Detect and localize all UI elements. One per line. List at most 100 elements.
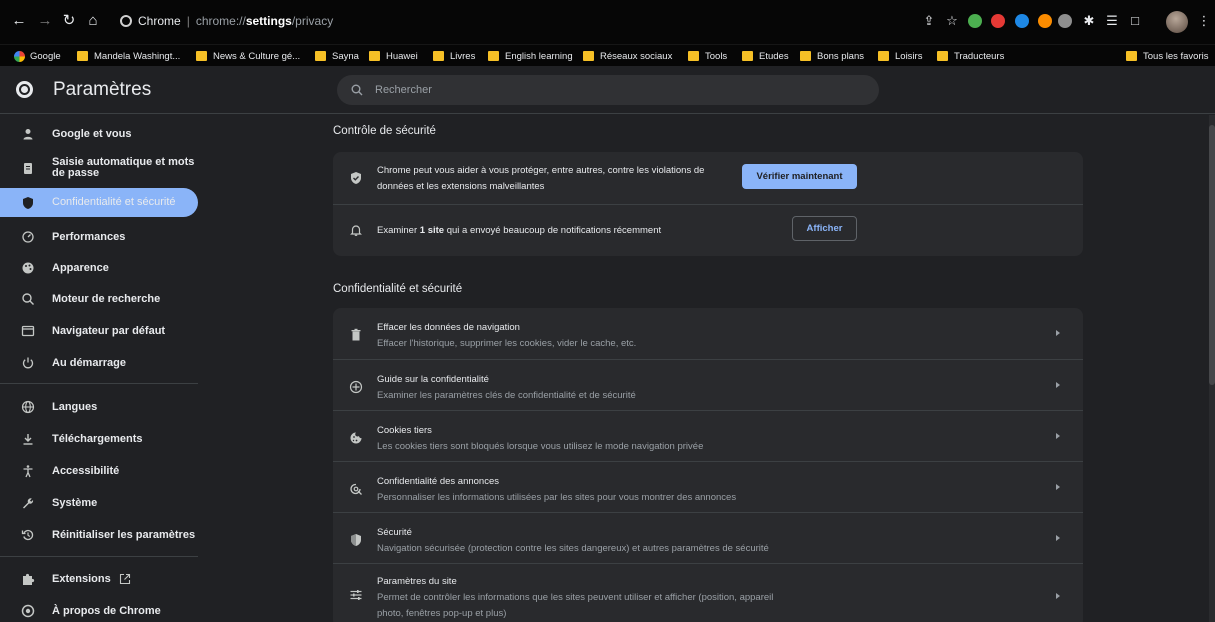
safety-check-card: Chrome peut vous aider à vous protéger, …	[333, 152, 1083, 256]
browser-toolbar: ← → ↻ ⌂ Chrome | chrome://settings/priva…	[0, 0, 1215, 44]
main-scrollbar[interactable]	[1209, 115, 1215, 622]
folder-icon	[1126, 51, 1137, 61]
sidebar-item-extensions[interactable]: Extensions	[0, 568, 198, 590]
url-path: /privacy	[291, 14, 334, 28]
reading-list-icon[interactable]: ☰	[1103, 12, 1121, 30]
sidebar-item-accessibility[interactable]: Accessibilité	[0, 460, 198, 482]
sidebar-item-performance[interactable]: Performances	[0, 226, 198, 248]
folder-icon	[488, 51, 499, 61]
bookmark-folder[interactable]: Réseaux sociaux	[583, 49, 672, 63]
restore-icon	[21, 529, 34, 541]
scrollbar-thumb[interactable]	[1209, 125, 1215, 385]
settings-header: Paramètres	[0, 67, 1215, 114]
extension-1-icon[interactable]	[968, 14, 982, 28]
settings-search[interactable]	[337, 75, 879, 105]
clipboard-icon	[24, 163, 32, 174]
reload-button[interactable]: ↻	[60, 12, 78, 30]
forward-button[interactable]: →	[36, 12, 54, 30]
ad-privacy-icon	[350, 483, 362, 495]
back-button[interactable]: ←	[10, 12, 28, 30]
bookmark-folder[interactable]: Livres	[433, 49, 475, 63]
bookmark-star-icon[interactable]: ☆	[943, 12, 961, 30]
third-party-cookies-row[interactable]: Cookies tiers Les cookies tiers sont blo…	[333, 410, 1083, 461]
bell-icon	[350, 225, 362, 236]
folder-icon	[688, 51, 699, 61]
chevron-right-icon	[1056, 330, 1060, 336]
sidebar-item-downloads[interactable]: Téléchargements	[0, 428, 198, 450]
extension-3-icon[interactable]	[1015, 14, 1029, 28]
sidebar-item-languages[interactable]: Langues	[0, 396, 198, 418]
sidebar-item-reset[interactable]: Réinitialiser les paramètres	[0, 524, 198, 546]
privacy-guide-row[interactable]: Guide sur la confidentialité Examiner le…	[333, 359, 1083, 410]
settings-sidebar: Google et vous Saisie automatique et mot…	[0, 115, 210, 622]
sidebar-item-system[interactable]: Système	[0, 492, 198, 514]
security-row[interactable]: Sécurité Navigation sécurisée (protectio…	[333, 512, 1083, 563]
chevron-right-icon	[1056, 382, 1060, 388]
bookmark-folder[interactable]: English learning	[488, 49, 573, 63]
bookmark-folder[interactable]: Tools	[688, 49, 727, 63]
notifications-review-row: Examiner 1 site qui a envoyé beaucoup de…	[333, 204, 1083, 256]
sidebar-item-default-browser[interactable]: Navigateur par défaut	[0, 320, 198, 342]
share-icon[interactable]: ⇪	[920, 12, 938, 30]
sidebar-item-appearance[interactable]: Apparence	[0, 257, 198, 279]
bookmark-google[interactable]: Google	[14, 49, 61, 63]
side-panel-icon[interactable]: □	[1126, 12, 1144, 30]
sliders-icon	[350, 590, 362, 600]
ad-privacy-row[interactable]: Confidentialité des annonces Personnalis…	[333, 461, 1083, 512]
search-icon	[351, 84, 363, 96]
sidebar-item-privacy[interactable]: Confidentialité et sécurité	[0, 188, 198, 217]
extension-5-icon[interactable]	[1058, 14, 1072, 28]
site-chip: Chrome	[138, 14, 181, 28]
profile-avatar[interactable]	[1166, 11, 1188, 33]
shield-icon	[351, 534, 361, 546]
extension-4-icon[interactable]	[1038, 14, 1052, 28]
chevron-right-icon	[1056, 484, 1060, 490]
chevron-right-icon	[1056, 433, 1060, 439]
all-bookmarks-folder[interactable]: Tous les favoris	[1126, 49, 1208, 63]
search-input[interactable]	[375, 84, 855, 96]
chevron-right-icon	[1056, 593, 1060, 599]
chrome-icon	[21, 604, 35, 618]
bookmark-folder[interactable]: Traducteurs	[937, 49, 1004, 63]
bookmark-folder[interactable]: Bons plans	[800, 49, 864, 63]
sidebar-item-startup[interactable]: Au démarrage	[0, 352, 198, 374]
bookmark-folder[interactable]: Etudes	[742, 49, 789, 63]
privacy-section-title: Confidentialité et sécurité	[333, 283, 463, 295]
menu-kebab-icon[interactable]: ⋮	[1195, 12, 1213, 30]
folder-icon	[878, 51, 889, 61]
sidebar-divider	[0, 383, 198, 384]
address-bar[interactable]: Chrome | chrome://settings/privacy	[106, 9, 912, 33]
adblock-icon[interactable]	[991, 14, 1005, 28]
trash-icon	[351, 328, 361, 341]
sidebar-item-autofill[interactable]: Saisie automatique et mots de passe	[0, 153, 198, 183]
sidebar-divider	[0, 556, 198, 557]
safety-check-row: Chrome peut vous aider à vous protéger, …	[333, 152, 1083, 204]
sidebar-item-google[interactable]: Google et vous	[0, 123, 198, 145]
bookmark-folder[interactable]: Loisirs	[878, 49, 922, 63]
folder-icon	[369, 51, 380, 61]
bookmark-folder[interactable]: Sayna	[315, 49, 359, 63]
speedometer-icon	[22, 231, 34, 243]
shield-check-icon	[351, 172, 361, 184]
power-icon	[22, 357, 34, 369]
clear-browsing-data-row[interactable]: Effacer les données de navigation Efface…	[333, 308, 1083, 359]
settings-main: Contrôle de sécurité Chrome peut vous ai…	[210, 115, 1215, 622]
sidebar-item-about[interactable]: À propos de Chrome	[0, 600, 198, 622]
wrench-icon	[23, 498, 34, 509]
download-icon	[23, 434, 33, 445]
bookmark-folder[interactable]: Mandela Washingt...	[77, 49, 180, 63]
check-now-button[interactable]: Vérifier maintenant	[742, 164, 857, 189]
bookmark-folder[interactable]: Huawei	[369, 49, 418, 63]
page-title: Paramètres	[53, 79, 152, 100]
extensions-puzzle-icon[interactable]: ✱	[1080, 12, 1098, 30]
site-settings-row[interactable]: Paramètres du site Permet de contrôler l…	[333, 563, 1083, 622]
folder-icon	[742, 51, 753, 61]
home-button[interactable]: ⌂	[84, 12, 102, 30]
folder-icon	[196, 51, 207, 61]
show-button[interactable]: Afficher	[792, 216, 857, 241]
bookmark-folder[interactable]: News & Culture gé...	[196, 49, 300, 63]
folder-icon	[77, 51, 88, 61]
sidebar-item-search-engine[interactable]: Moteur de recherche	[0, 288, 198, 310]
folder-icon	[315, 51, 326, 61]
external-link-icon	[119, 573, 131, 585]
